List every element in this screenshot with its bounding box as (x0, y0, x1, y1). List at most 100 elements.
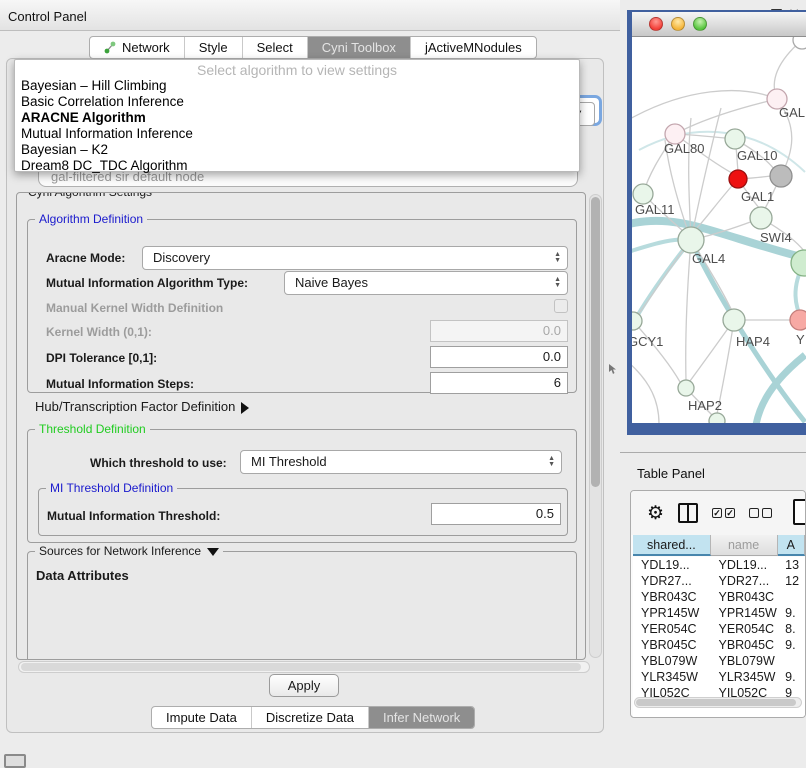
network-window-titlebar[interactable] (632, 12, 806, 37)
mi-type-combo[interactable]: Naive Bayes ▲▼ (284, 271, 568, 295)
table-cell: YBR045C (710, 637, 777, 653)
new-table-icon[interactable] (793, 499, 806, 525)
tab-select[interactable]: Select (243, 37, 308, 58)
dpi-tolerance-field[interactable]: 0.0 (430, 346, 568, 368)
kernel-width-field[interactable]: 0.0 (430, 320, 568, 342)
table-row[interactable]: YPR145WYPR145W9. (633, 605, 805, 621)
control-panel-tabbar: Network Style Select Cyni Toolbox jActiv… (89, 36, 537, 59)
table-cell: 12 (777, 573, 805, 589)
column-header[interactable]: name (711, 535, 778, 556)
network-node[interactable] (678, 227, 704, 253)
table-cell: YLR345W (710, 669, 777, 685)
hub-definition-toggle[interactable]: Hub/Transcription Factor Definition (35, 399, 249, 414)
network-node[interactable] (729, 170, 747, 188)
table-row[interactable]: YLR345WYLR345W9. (633, 669, 805, 685)
split-columns-icon[interactable] (678, 503, 698, 523)
threshold-definition-title: Threshold Definition (35, 422, 150, 436)
network-node[interactable] (632, 312, 642, 330)
table-cell (777, 589, 805, 605)
network-edge[interactable] (633, 321, 680, 382)
minimize-window-icon[interactable] (671, 17, 685, 31)
dropdown-item[interactable]: Basic Correlation Inference (15, 94, 579, 110)
table-row[interactable]: YDL19...YDL19...13 (633, 557, 805, 573)
network-edge[interactable] (695, 179, 738, 230)
tab-infer-network[interactable]: Infer Network (369, 707, 474, 728)
network-node[interactable] (790, 310, 806, 330)
tab-cyni-toolbox[interactable]: Cyni Toolbox (308, 37, 411, 58)
network-node[interactable] (709, 413, 725, 423)
table-cell: YBL079W (710, 653, 777, 669)
column-header[interactable]: shared... (633, 535, 711, 556)
dropdown-item[interactable]: Dream8 DC_TDC Algorithm (15, 158, 579, 174)
network-edge[interactable] (691, 108, 721, 240)
table-cell: YDR27... (710, 573, 777, 589)
bottom-tabbar: Impute Data Discretize Data Infer Networ… (151, 706, 475, 729)
cyni-algorithm-settings-group: Cyni Algorithm Settings Algorithm Defini… (16, 192, 586, 660)
tab-style[interactable]: Style (185, 37, 243, 58)
close-window-icon[interactable] (649, 17, 663, 31)
table-panel-box: ⚙ ✓✓ shared...nameA YDL19...YDL19...13YD… (630, 490, 806, 718)
node-label: GCY1 (632, 334, 663, 349)
gear-icon[interactable]: ⚙ (647, 502, 664, 525)
table-row[interactable]: YBL079WYBL079W (633, 653, 805, 669)
table-cell: YBR043C (710, 589, 777, 605)
algorithm-dropdown: Select algorithm to view settings Bayesi… (14, 59, 580, 172)
node-label: GAL (779, 105, 805, 120)
network-node[interactable] (770, 165, 792, 187)
zoom-window-icon[interactable] (693, 17, 707, 31)
tab-jactivemnodules[interactable]: jActiveMNodules (411, 37, 536, 58)
table-row[interactable]: YBR043CYBR043C (633, 589, 805, 605)
network-edge[interactable] (637, 240, 691, 316)
bottom-left-button[interactable] (4, 754, 26, 768)
column-header[interactable]: A (778, 535, 805, 556)
mi-steps-field[interactable]: 6 (430, 372, 568, 394)
network-node[interactable] (725, 129, 745, 149)
network-node[interactable] (750, 207, 772, 229)
table-cell: YDL19... (710, 557, 777, 573)
settings-horizontal-scrollbar[interactable] (18, 661, 590, 673)
tab-discretize-data[interactable]: Discretize Data (252, 707, 369, 728)
manual-kernel-checkbox[interactable] (554, 299, 568, 313)
deselect-all-icon[interactable] (749, 508, 772, 518)
expanded-arrow-icon (207, 548, 219, 556)
table-row[interactable]: YDR27...YDR27...12 (633, 573, 805, 589)
table-panel-divider (620, 452, 806, 453)
network-edge[interactable] (632, 362, 659, 423)
network-edge[interactable] (686, 240, 691, 380)
network-node[interactable] (633, 184, 653, 204)
stepper-icon: ▲▼ (554, 272, 561, 294)
table-cell: 9. (777, 669, 805, 685)
node-label: Y (796, 332, 805, 347)
dropdown-item[interactable]: ARACNE Algorithm (15, 110, 579, 126)
dropdown-item[interactable]: Bayesian – Hill Climbing (15, 78, 579, 94)
table-horizontal-scrollbar[interactable] (634, 697, 802, 708)
network-graph: GALGAL80GAL10GAL1GAL11SWI4GAL4GCY1HAP4YH… (632, 37, 806, 423)
dropdown-item[interactable]: Mutual Information Inference (15, 126, 579, 142)
node-label: GAL10 (737, 148, 777, 163)
network-view-window[interactable]: GALGAL80GAL10GAL1GAL11SWI4GAL4GCY1HAP4YH… (627, 10, 806, 435)
network-canvas[interactable]: GALGAL80GAL10GAL1GAL11SWI4GAL4GCY1HAP4YH… (632, 37, 806, 423)
select-all-icon[interactable]: ✓✓ (712, 508, 735, 518)
settings-vertical-scrollbar[interactable] (589, 194, 602, 658)
dropdown-item[interactable]: Bayesian – K2 (15, 142, 579, 158)
mi-type-label: Mutual Information Algorithm Type: (46, 276, 248, 290)
network-node[interactable] (678, 380, 694, 396)
table-row[interactable]: YBR045CYBR045C9. (633, 637, 805, 653)
mi-threshold-field[interactable]: 0.5 (431, 503, 561, 525)
tab-network[interactable]: Network (90, 37, 185, 58)
which-threshold-combo[interactable]: MI Threshold ▲▼ (240, 450, 562, 474)
apply-button[interactable]: Apply (269, 674, 339, 697)
node-label: GAL1 (741, 189, 774, 204)
network-edge[interactable] (632, 91, 777, 120)
node-label: SWI4 (760, 230, 792, 245)
aracne-mode-combo[interactable]: Discovery ▲▼ (142, 246, 568, 270)
network-node[interactable] (723, 309, 745, 331)
mi-threshold-definition-group: MI Threshold Definition Mutual Informati… (38, 488, 568, 536)
which-threshold-label: Which threshold to use: (90, 456, 227, 470)
tab-impute-data[interactable]: Impute Data (152, 707, 252, 728)
stepper-icon: ▲▼ (548, 451, 555, 473)
table-cell (777, 653, 805, 669)
sources-title[interactable]: Sources for Network Inference (35, 544, 223, 558)
mi-threshold-label: Mutual Information Threshold: (47, 509, 220, 523)
table-row[interactable]: YER054CYER054C8. (633, 621, 805, 637)
